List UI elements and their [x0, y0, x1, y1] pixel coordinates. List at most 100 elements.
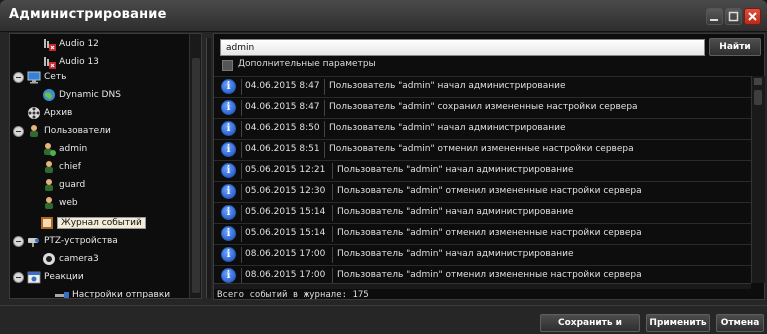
log-row[interactable]: i 04.06.2015 8:51 Пользователь "admin" отм…	[214, 139, 751, 160]
log-date: 05.06.2015 15:14	[245, 228, 326, 238]
user-icon	[42, 178, 56, 192]
log-date: 08.06.2015 17:00	[245, 249, 326, 259]
tree-item-audio-12[interactable]: Audio 12	[42, 36, 99, 52]
window-title: Администрирование	[9, 7, 167, 22]
tree-item-label: chief	[59, 162, 81, 172]
info-icon: i	[221, 184, 236, 199]
column-separator	[332, 268, 333, 283]
apply-button[interactable]: Применить	[646, 314, 710, 332]
minimize-button[interactable]	[706, 8, 723, 25]
scroll-up-arrow-icon[interactable]	[754, 78, 762, 85]
log-message: Пользователь "admin" отменил измененные …	[329, 144, 634, 154]
column-separator	[332, 163, 333, 179]
maximize-button[interactable]	[725, 8, 742, 25]
column-separator	[332, 205, 333, 221]
tree-item-send-settings[interactable]: Настройки отправки	[55, 287, 170, 298]
panel-splitter[interactable]	[206, 38, 211, 298]
tree-item-ptz[interactable]: PTZ-устройства	[27, 233, 118, 249]
tree-scrollbar[interactable]	[189, 34, 201, 298]
log-date: 08.06.2015 17:00	[245, 270, 326, 280]
tree-item-label: Архив	[44, 108, 73, 118]
tree-item-user-chief[interactable]: chief	[42, 159, 81, 175]
info-icon: i	[221, 100, 236, 115]
log-row[interactable]: i 08.06.2015 17:00 Пользователь "admin" на…	[214, 244, 751, 265]
log-message: Пользователь "admin" начал администриров…	[337, 207, 574, 217]
tree-scrollbar-thumb[interactable]	[192, 58, 200, 293]
collapse-toggle[interactable]	[13, 236, 24, 247]
audio-icon	[42, 37, 56, 51]
log-vertical-scrollbar[interactable]	[751, 76, 765, 283]
tree-item-label: PTZ-устройства	[44, 236, 118, 246]
admin-user-icon	[42, 142, 56, 156]
maximize-icon	[728, 11, 739, 22]
column-separator	[332, 226, 333, 242]
log-date: 05.06.2015 15:14	[245, 207, 326, 217]
find-button[interactable]: Найти	[709, 38, 761, 56]
tree-item-label: admin	[59, 144, 88, 154]
tree-item-users[interactable]: Пользователи	[27, 123, 111, 139]
settings-tree: Audio 12 Audio 13 Сеть Dynamic DNS Архив…	[9, 33, 202, 299]
log-message: Пользователь "admin" отменил измененные …	[337, 270, 642, 280]
log-row[interactable]: i 08.06.2015 17:00 Пользователь "admin" от…	[214, 265, 751, 283]
footer-bar: Сохранить и выйти Применить Отмена	[0, 305, 767, 334]
log-row[interactable]: i 05.06.2015 15:14 Пользователь "admin" от…	[214, 223, 751, 244]
log-date: 05.06.2015 12:21	[245, 165, 326, 175]
network-icon	[27, 70, 41, 84]
collapse-toggle[interactable]	[13, 272, 24, 283]
log-date: 04.06.2015 8:51	[245, 144, 320, 154]
column-separator	[324, 142, 325, 158]
tree-item-network[interactable]: Сеть	[27, 69, 66, 85]
log-row[interactable]: i 05.06.2015 15:14 Пользователь "admin" на…	[214, 202, 751, 223]
log-row[interactable]: i 04.06.2015 8:50 Пользователь "admin" нач…	[214, 118, 751, 139]
close-button[interactable]	[744, 8, 761, 25]
tree-item-audio-13[interactable]: Audio 13	[42, 54, 99, 70]
info-icon: i	[221, 142, 236, 157]
log-row[interactable]: i 04.06.2015 8:47 Пользователь "admin" нач…	[214, 76, 751, 97]
tree-item-user-admin[interactable]: admin	[42, 141, 87, 157]
log-message: Пользователь "admin" отменил измененные …	[337, 186, 642, 196]
column-separator	[332, 247, 333, 263]
log-row[interactable]: i 05.06.2015 12:30 Пользователь "admin" от…	[214, 181, 751, 202]
log-message: Пользователь "admin" начал администриров…	[329, 81, 566, 91]
send-icon	[55, 288, 69, 298]
column-separator	[241, 247, 242, 263]
tree-item-label: Сеть	[44, 72, 67, 82]
total-events-label: Всего событий в журнале: 175	[217, 290, 369, 300]
search-input[interactable]	[220, 39, 705, 56]
log-horizontal-scrollbar[interactable]	[214, 283, 751, 289]
column-separator	[324, 79, 325, 95]
tree-item-label: guard	[59, 180, 86, 190]
log-message: Пользователь "admin" сохранил измененные…	[329, 102, 638, 112]
tree-item-reactions[interactable]: Реакции	[27, 269, 84, 285]
tree-item-label: Dynamic DNS	[59, 90, 121, 100]
log-date: 04.06.2015 8:47	[245, 81, 320, 91]
log-scrollbar-thumb[interactable]	[754, 90, 762, 105]
log-message: Пользователь "admin" начал администриров…	[337, 165, 574, 175]
tree-item-user-guard[interactable]: guard	[42, 177, 85, 193]
tree-item-dynamic-dns[interactable]: Dynamic DNS	[42, 87, 121, 103]
tree-item-user-web[interactable]: web	[42, 195, 78, 211]
save-and-exit-button[interactable]: Сохранить и выйти	[540, 314, 640, 332]
info-icon: i	[221, 268, 236, 283]
log-date: 04.06.2015 8:47	[245, 102, 320, 112]
tree-item-camera3[interactable]: camera3	[42, 251, 99, 267]
tree-item-event-log[interactable]: Журнал событий	[40, 215, 146, 231]
extra-params-checkbox[interactable]	[222, 60, 233, 71]
log-date: 04.06.2015 8:50	[245, 123, 320, 133]
log-message: Пользователь "admin" отменил измененные …	[337, 228, 642, 238]
tree-item-archive[interactable]: Архив	[27, 105, 72, 121]
cancel-button[interactable]: Отмена	[716, 314, 764, 332]
tree-item-label: Реакции	[44, 272, 84, 282]
log-row[interactable]: i 04.06.2015 8:47 Пользователь "admin" сох…	[214, 97, 751, 118]
collapse-toggle[interactable]	[13, 126, 24, 137]
column-separator	[241, 100, 242, 116]
film-reel-icon	[27, 106, 41, 120]
collapse-toggle[interactable]	[13, 72, 24, 83]
log-row[interactable]: i 05.06.2015 12:21 Пользователь "admin" на…	[214, 160, 751, 181]
column-separator	[241, 142, 242, 158]
info-icon: i	[221, 247, 236, 262]
column-separator	[332, 184, 333, 200]
info-icon: i	[221, 79, 236, 94]
column-separator	[241, 226, 242, 242]
extra-params-label: Дополнительные параметры	[238, 59, 376, 69]
